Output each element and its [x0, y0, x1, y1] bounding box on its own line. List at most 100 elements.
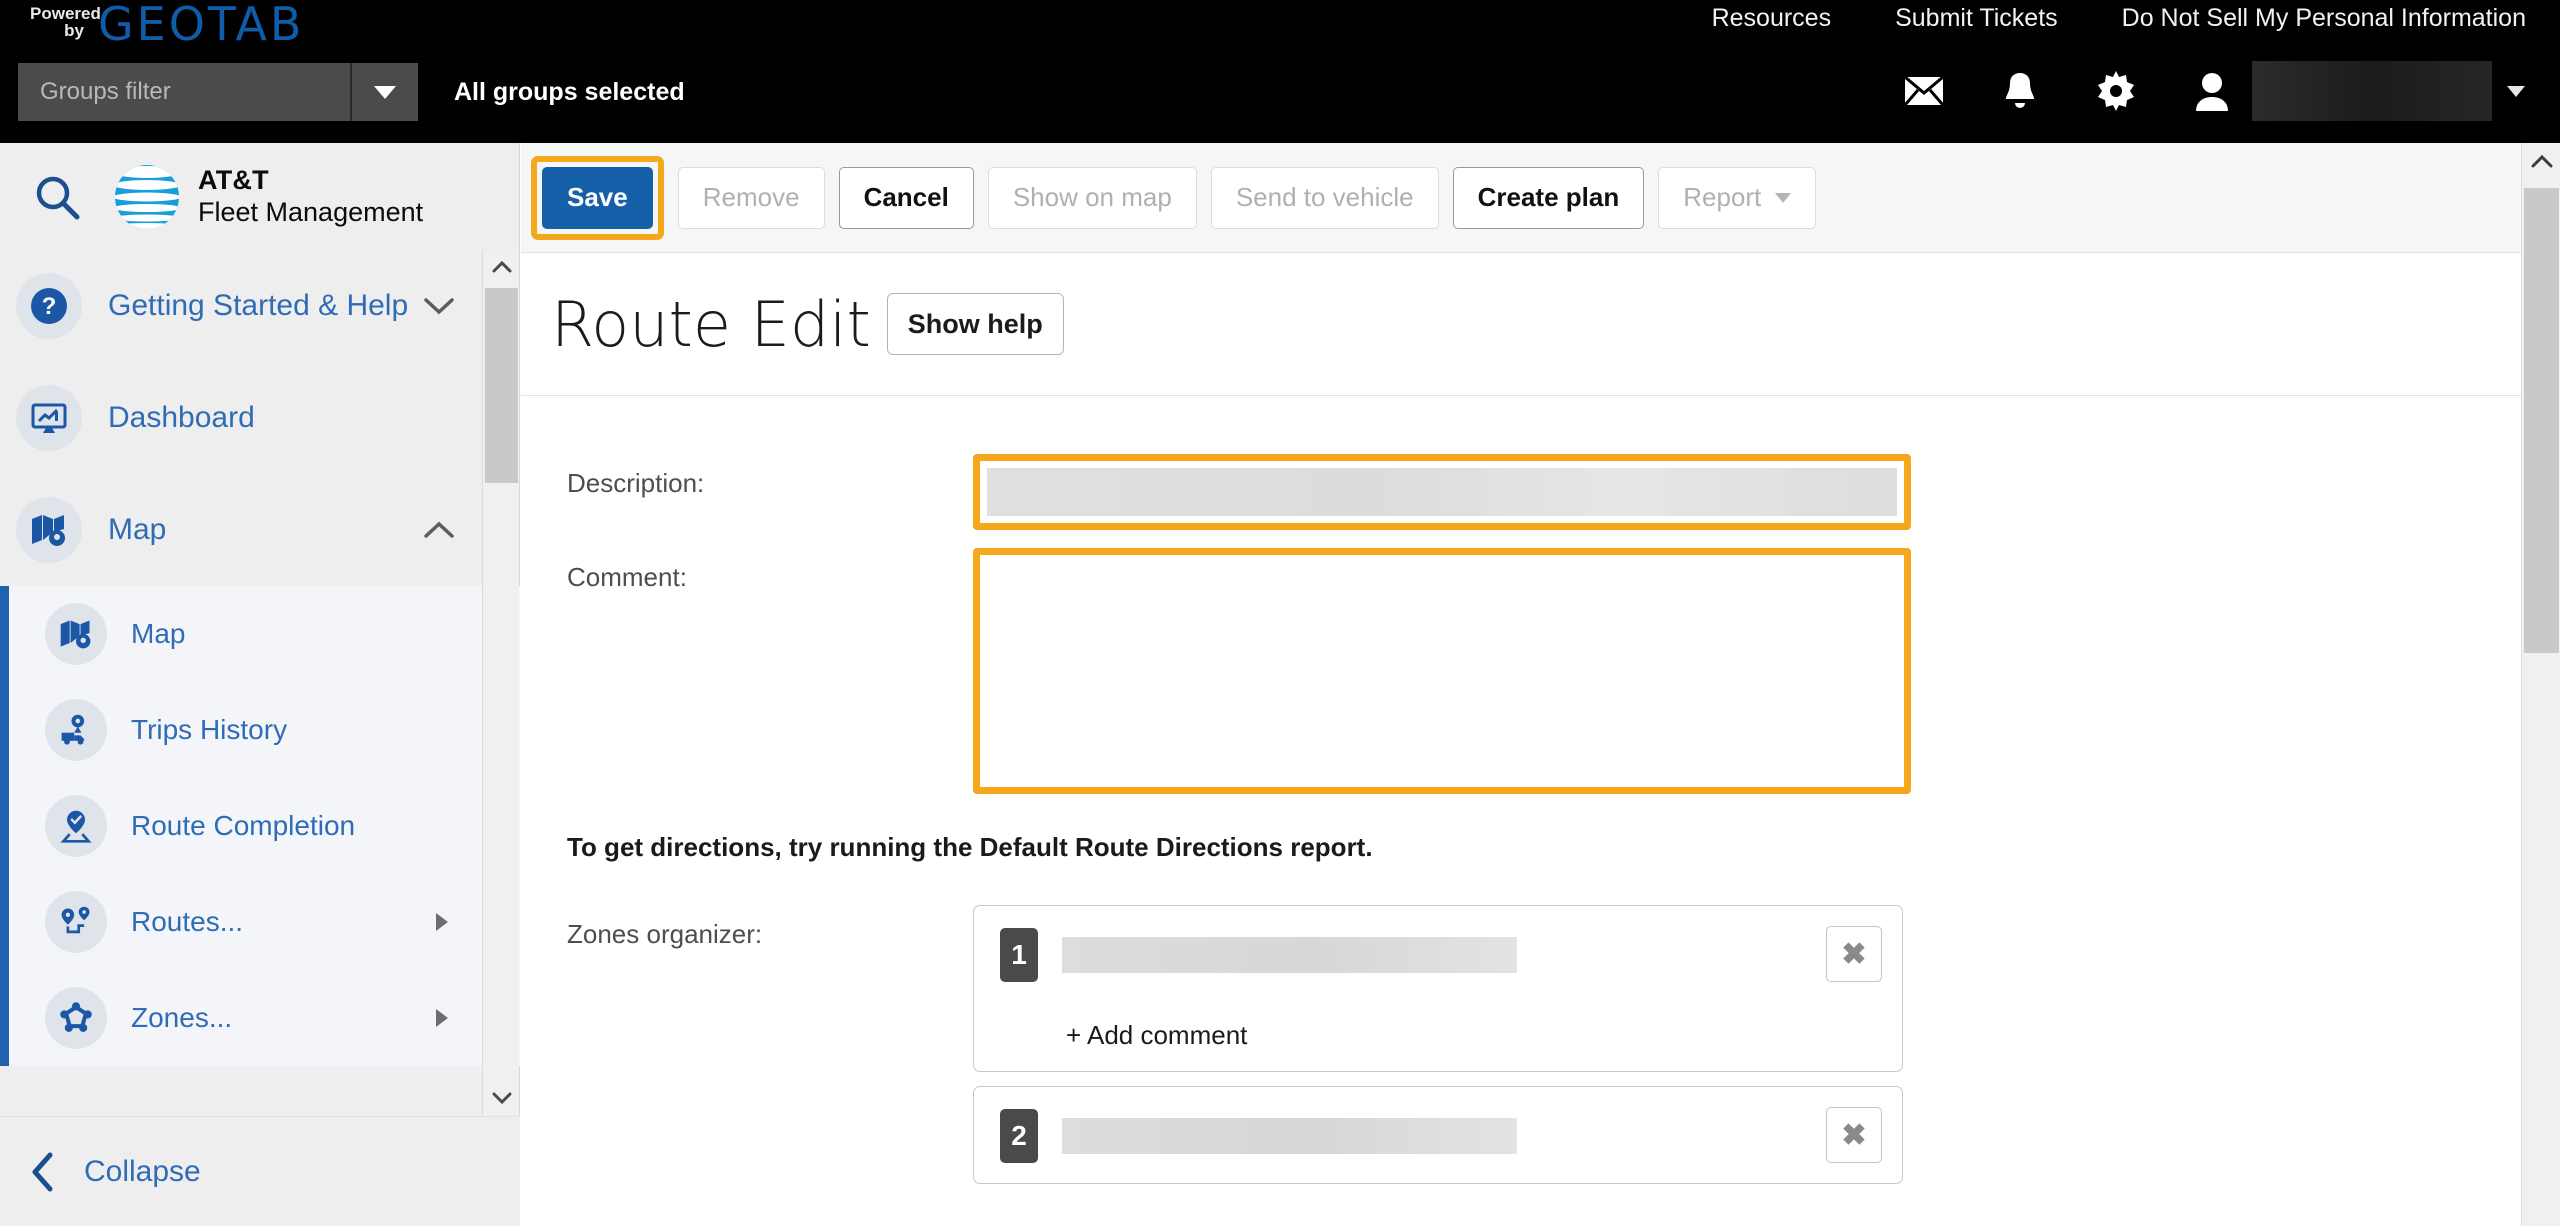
sidebar-item-route-completion[interactable]: Route Completion — [9, 778, 520, 874]
sidebar-scrollbar[interactable] — [482, 250, 519, 1115]
mail-icon[interactable] — [1876, 58, 1972, 124]
nav-link-submit-tickets[interactable]: Submit Tickets — [1895, 4, 2058, 33]
report-button: Report — [1658, 166, 1817, 229]
sidebar-item-dashboard[interactable]: Dashboard — [0, 362, 520, 474]
bell-icon[interactable] — [1972, 58, 2068, 124]
map-icon — [16, 497, 82, 563]
groups-filter-area: Groups filter All groups selected — [18, 63, 685, 121]
page-title: Route Edit — [551, 287, 871, 361]
top-nav-links: Resources Submit Tickets Do Not Sell My … — [1712, 4, 2526, 33]
search-icon[interactable] — [14, 154, 100, 240]
sidebar-header: AT&T Fleet Management — [0, 143, 519, 250]
description-highlight — [973, 454, 1911, 530]
sidebar-item-map[interactable]: Map — [0, 474, 520, 586]
sidebar-item-label: Map — [108, 513, 167, 546]
zone-index-badge: 2 — [1000, 1109, 1038, 1163]
zones-list: 1 + Add comment ✖ 2 ✖ — [973, 905, 1903, 1198]
zones-organizer-label: Zones organizer: — [567, 919, 763, 949]
report-button-label: Report — [1683, 182, 1762, 212]
comment-label: Comment: — [567, 562, 687, 592]
routes-icon — [45, 891, 107, 953]
nav-link-do-not-sell[interactable]: Do Not Sell My Personal Information — [2122, 4, 2526, 33]
scroll-up-icon[interactable] — [2522, 143, 2560, 179]
chevron-down-icon — [1775, 192, 1792, 203]
sidebar-scroll-area: ? Getting Started & Help Dashboard Map M… — [0, 250, 520, 1115]
sidebar-item-map-sub[interactable]: Map — [9, 586, 520, 682]
sidebar-item-label: Route Completion — [131, 810, 356, 841]
zone-name-value[interactable] — [1062, 1118, 1517, 1154]
sidebar: AT&T Fleet Management ? Getting Started … — [0, 143, 520, 1226]
route-completion-icon — [45, 795, 107, 857]
description-input[interactable] — [987, 468, 1897, 516]
att-brand: AT&T Fleet Management — [112, 162, 423, 232]
zone-name-value[interactable] — [1062, 937, 1517, 973]
sidebar-item-label: Getting Started & Help — [108, 289, 409, 322]
svg-text:?: ? — [42, 293, 57, 320]
zone-item-header: 2 — [1000, 1109, 1880, 1163]
chevron-left-icon — [32, 1152, 53, 1191]
chevron-down-icon[interactable] — [2492, 58, 2540, 124]
comment-highlight — [973, 548, 1911, 794]
sidebar-item-label: Dashboard — [108, 401, 255, 434]
sidebar-nav-list: ? Getting Started & Help Dashboard Map M… — [0, 250, 520, 1066]
chevron-down-icon[interactable] — [424, 297, 454, 315]
description-label: Description: — [567, 468, 705, 498]
dashboard-icon — [16, 385, 82, 451]
user-name-display[interactable] — [2252, 61, 2492, 121]
scroll-down-icon[interactable] — [483, 1081, 520, 1115]
cancel-button[interactable]: Cancel — [838, 166, 974, 229]
zone-index-badge: 1 — [1000, 928, 1038, 982]
nav-link-resources[interactable]: Resources — [1712, 4, 1832, 33]
groups-filter-input[interactable]: Groups filter — [18, 63, 350, 121]
add-comment-link[interactable]: + Add comment — [1066, 1020, 1880, 1051]
zones-organizer-row: Zones organizer: 1 + Add comment ✖ 2 ✖ — [521, 905, 2521, 1198]
groups-filter-control[interactable]: Groups filter — [18, 63, 418, 121]
save-button-highlight: Save — [531, 155, 664, 240]
sidebar-item-label: Trips History — [131, 714, 288, 745]
show-on-map-button: Show on map — [987, 166, 1197, 229]
sidebar-item-label: Map — [131, 618, 186, 649]
save-button[interactable]: Save — [542, 166, 653, 229]
comment-textarea[interactable] — [987, 562, 1897, 780]
close-icon[interactable]: ✖ — [1826, 1107, 1882, 1163]
geotab-logo: Powered by GEOTAB — [30, 0, 305, 51]
zones-icon — [45, 987, 107, 1049]
sidebar-item-trips-history[interactable]: Trips History — [9, 682, 520, 778]
show-help-button[interactable]: Show help — [886, 293, 1064, 355]
att-brand-text: AT&T Fleet Management — [198, 165, 423, 229]
zone-item[interactable]: 1 + Add comment ✖ — [973, 905, 1903, 1072]
top-icon-group — [1876, 58, 2540, 124]
by-word: by — [64, 21, 84, 40]
route-edit-form: Description: Comment: To get directions,… — [521, 396, 2521, 1198]
main-content: Save Remove Cancel Show on map Send to v… — [521, 143, 2521, 1226]
description-row: Description: — [521, 454, 2521, 530]
chevron-down-icon[interactable] — [350, 63, 418, 121]
att-brand-line2: Fleet Management — [198, 196, 424, 227]
sidebar-item-getting-started[interactable]: ? Getting Started & Help — [0, 250, 520, 362]
sidebar-item-label: Routes... — [131, 906, 244, 937]
comment-row: Comment: — [521, 548, 2521, 794]
action-toolbar: Save Remove Cancel Show on map Send to v… — [521, 143, 2521, 253]
powered-word: Powered — [30, 4, 101, 23]
close-icon[interactable]: ✖ — [1826, 926, 1882, 982]
zone-item[interactable]: 2 ✖ — [973, 1086, 1903, 1184]
user-icon[interactable] — [2164, 58, 2260, 124]
chevron-right-icon[interactable] — [436, 1009, 448, 1027]
chevron-up-icon[interactable] — [424, 521, 454, 539]
gear-icon[interactable] — [2068, 58, 2164, 124]
sidebar-submenu-map: Map Trips History Route Completion Route… — [0, 586, 520, 1066]
sidebar-item-zones[interactable]: Zones... — [9, 970, 520, 1066]
create-plan-button[interactable]: Create plan — [1452, 166, 1645, 229]
scrollbar-thumb[interactable] — [485, 288, 518, 483]
sidebar-collapse-button[interactable]: Collapse — [0, 1116, 520, 1226]
att-globe-icon — [115, 164, 179, 229]
zone-item-header: 1 — [1000, 928, 1880, 982]
scroll-up-icon[interactable] — [483, 250, 520, 284]
geotab-wordmark: GEOTAB — [98, 0, 305, 51]
main-scrollbar[interactable] — [2521, 143, 2560, 1226]
page-title-row: Route Edit Show help — [521, 253, 2521, 396]
scrollbar-thumb[interactable] — [2524, 188, 2559, 653]
send-to-vehicle-button: Send to vehicle — [1210, 166, 1439, 229]
chevron-right-icon[interactable] — [436, 913, 448, 931]
sidebar-item-routes[interactable]: Routes... — [9, 874, 520, 970]
